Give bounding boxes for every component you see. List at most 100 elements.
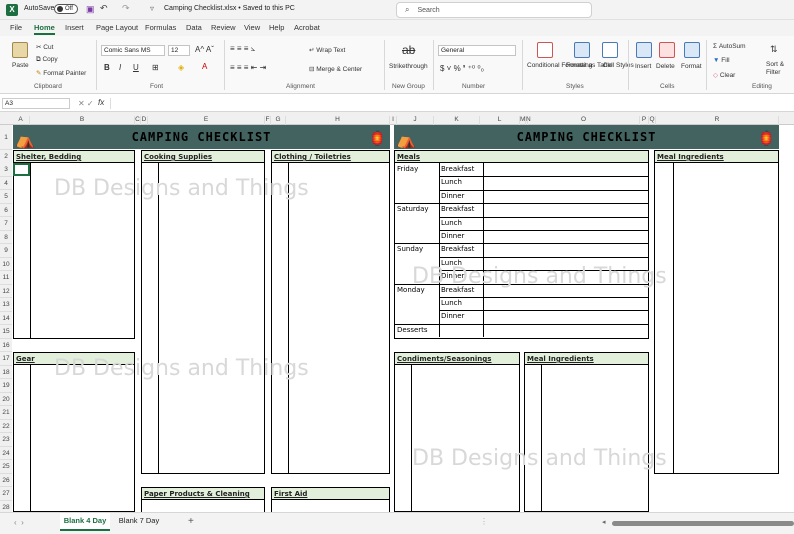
active-cell[interactable] xyxy=(13,163,30,176)
conditional-formatting-icon[interactable] xyxy=(537,42,553,58)
tab-file[interactable]: File xyxy=(10,23,22,32)
paste-button[interactable]: Paste xyxy=(12,62,29,69)
bold-button[interactable]: B xyxy=(104,63,110,72)
format-table-icon[interactable] xyxy=(574,42,590,58)
cell-styles-icon[interactable] xyxy=(602,42,618,58)
cut-button[interactable]: ✂ Cut xyxy=(36,43,53,51)
row-header[interactable]: 24 xyxy=(0,446,12,460)
borders-icon[interactable]: ⊞ xyxy=(152,63,159,72)
tab-data[interactable]: Data xyxy=(186,23,202,32)
search-input[interactable]: Search xyxy=(417,7,439,14)
font-size-input[interactable]: 12 xyxy=(168,45,190,56)
worksheet-grid[interactable]: ABCDEFGHIJKLMNOPQR 123456789101112131415… xyxy=(0,112,794,512)
prev-sheet-icon[interactable]: ‹ › xyxy=(14,518,24,527)
strikethrough-button[interactable]: Strikethrough xyxy=(389,63,428,70)
autosum-button[interactable]: Σ AutoSum xyxy=(713,43,746,50)
copy-button[interactable]: ⧉ Copy xyxy=(36,56,58,64)
tab-home[interactable]: Home xyxy=(34,23,55,35)
clothing-heading: Clothing / Toiletries xyxy=(272,151,389,163)
file-name[interactable]: Camping Checklist.xlsx • Saved to this P… xyxy=(164,5,295,12)
row-header[interactable]: 1 xyxy=(0,125,12,150)
tab-acrobat[interactable]: Acrobat xyxy=(294,23,320,32)
italic-button[interactable]: I xyxy=(119,63,121,72)
row-header[interactable]: 9 xyxy=(0,244,12,258)
horizontal-scrollbar[interactable] xyxy=(612,521,794,526)
insert-button[interactable]: Insert xyxy=(635,63,651,70)
row-header[interactable]: 11 xyxy=(0,271,12,285)
row-header[interactable]: 17 xyxy=(0,352,12,366)
row-header[interactable]: 13 xyxy=(0,298,12,312)
row-header[interactable]: 21 xyxy=(0,406,12,420)
tab-formulas[interactable]: Formulas xyxy=(145,23,176,32)
merge-center-button[interactable]: ⊟ Merge & Center xyxy=(309,65,362,73)
currency-icon[interactable]: $ ˅ % ❜ ⁺⁰ ⁰₀ xyxy=(440,64,484,73)
tab-page-layout[interactable]: Page Layout xyxy=(96,23,138,32)
row-header[interactable]: 16 xyxy=(0,338,12,352)
insert-cells-icon[interactable] xyxy=(636,42,652,58)
align-top-icon[interactable]: ≡ ≡ ≡ ⦣ xyxy=(230,44,255,54)
font-color-icon[interactable]: A xyxy=(202,62,207,71)
row-header[interactable]: 26 xyxy=(0,473,12,487)
sort-filter-icon[interactable]: ⇅ xyxy=(770,44,778,55)
wrap-text-button[interactable]: ↵ Wrap Text xyxy=(309,46,345,54)
tab-review[interactable]: Review xyxy=(211,23,236,32)
sheet-options-icon[interactable]: ⋮ xyxy=(480,517,488,526)
tab-view[interactable]: View xyxy=(244,23,260,32)
row-header[interactable]: 5 xyxy=(0,190,12,204)
sheet-tab-blank-4-day[interactable]: Blank 4 Day xyxy=(60,513,110,531)
format-cells-icon[interactable] xyxy=(684,42,700,58)
row-header[interactable]: 15 xyxy=(0,325,12,339)
delete-button[interactable]: Delete xyxy=(656,63,675,70)
paste-icon[interactable] xyxy=(12,42,28,58)
redo-icon[interactable]: ↷ xyxy=(122,3,130,14)
fill-button[interactable]: ▼ Fill xyxy=(713,57,730,64)
excel-logo-icon: X xyxy=(6,4,18,16)
row-header[interactable]: 12 xyxy=(0,284,12,298)
delete-cells-icon[interactable] xyxy=(659,42,675,58)
scroll-left-icon[interactable]: ◂ xyxy=(602,518,606,526)
sheet-tab-blank-7-day[interactable]: Blank 7 Day xyxy=(114,513,164,531)
row-header[interactable]: 14 xyxy=(0,311,12,325)
align-left-icon[interactable]: ≡ ≡ ≡ ⇤ ⇥ xyxy=(230,63,266,72)
row-header[interactable]: 19 xyxy=(0,379,12,393)
format-painter-button[interactable]: ✎ Format Painter xyxy=(36,69,86,77)
undo-icon[interactable]: ↶ xyxy=(100,3,108,14)
row-header[interactable]: 22 xyxy=(0,419,12,433)
row-header[interactable]: 23 xyxy=(0,433,12,447)
row-header[interactable]: 10 xyxy=(0,257,12,271)
name-box[interactable]: A3 xyxy=(2,98,70,109)
row-header[interactable]: 27 xyxy=(0,487,12,501)
font-name-input[interactable]: Comic Sans MS xyxy=(101,45,165,56)
sort-filter-button[interactable]: Sort & Filter xyxy=(766,61,792,77)
tab-help[interactable]: Help xyxy=(269,23,284,32)
row-header[interactable]: 2 xyxy=(0,150,12,164)
row-header[interactable]: 6 xyxy=(0,203,12,217)
row-header[interactable]: 25 xyxy=(0,460,12,474)
row-header[interactable]: 18 xyxy=(0,365,12,379)
function-icon[interactable]: fx xyxy=(98,98,104,107)
tab-insert[interactable]: Insert xyxy=(65,23,84,32)
cell-styles-button[interactable]: Cell Styles xyxy=(603,62,634,69)
row-header[interactable]: 3 xyxy=(0,163,12,177)
number-format-select[interactable]: General xyxy=(438,45,516,56)
autosave-toggle[interactable]: Off xyxy=(54,4,78,14)
left-banner: ⛺ CAMPING CHECKLIST 🏮 xyxy=(13,125,390,149)
format-button[interactable]: Format xyxy=(681,63,702,70)
search-box[interactable]: ⌕ Search xyxy=(396,2,592,18)
formula-input[interactable] xyxy=(110,98,792,109)
row-header[interactable]: 7 xyxy=(0,217,12,231)
fill-color-icon[interactable]: ◈ xyxy=(178,63,184,72)
font-grow-icon[interactable]: A^ Aˇ xyxy=(195,45,214,54)
customize-toolbar-icon[interactable]: ▿ xyxy=(150,4,154,13)
underline-button[interactable]: U xyxy=(133,63,139,72)
row-header[interactable]: 8 xyxy=(0,230,12,244)
clear-button[interactable]: ◇ Clear xyxy=(713,71,735,79)
row-header[interactable]: 20 xyxy=(0,392,12,406)
strikethrough-icon[interactable]: ab xyxy=(402,43,415,57)
row-header[interactable]: 28 xyxy=(0,500,12,512)
save-icon[interactable]: ▣ xyxy=(86,4,95,15)
add-sheet-icon[interactable]: + xyxy=(188,516,194,527)
sheet-tab-bar: ‹ › Blank 4 Day Blank 7 Day + ⋮ ◂ xyxy=(0,512,794,534)
row-header[interactable]: 4 xyxy=(0,176,12,190)
cancel-icon[interactable]: ✕ ✓ xyxy=(78,99,94,108)
